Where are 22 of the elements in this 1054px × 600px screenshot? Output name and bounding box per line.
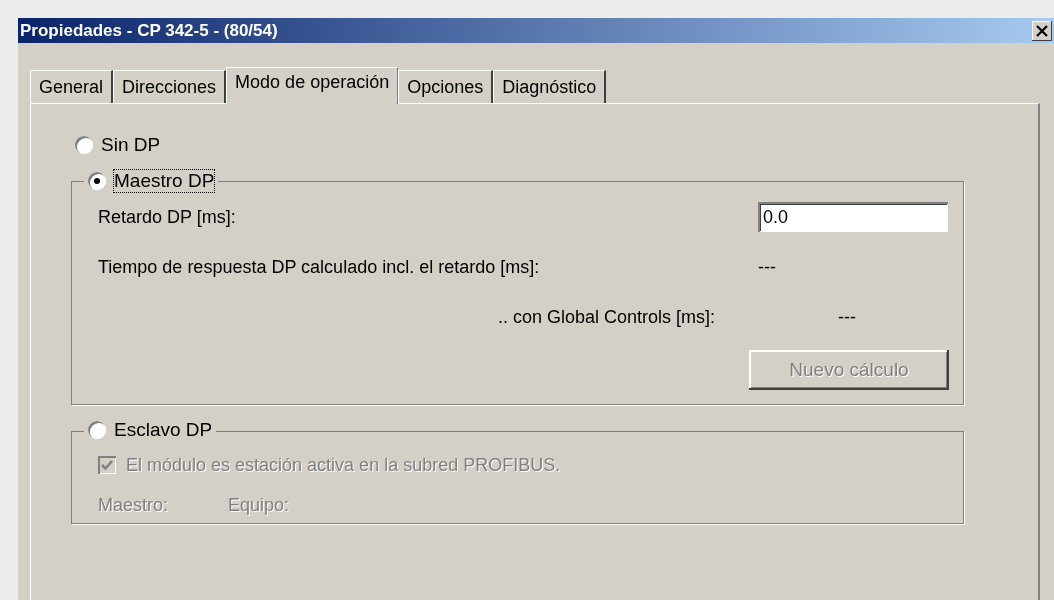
radio-button[interactable] xyxy=(88,172,106,190)
global-controls-value: --- xyxy=(838,306,856,328)
tab[interactable]: Direcciones xyxy=(113,70,227,103)
delay-label: Retardo DP [ms]: xyxy=(98,206,237,228)
close-icon xyxy=(1036,24,1048,37)
response-time-value: --- xyxy=(758,256,776,278)
tab[interactable]: Modo de operación xyxy=(226,67,399,104)
checkbox-label: El módulo es estación activa en la subred PROFIBUS. xyxy=(126,454,561,476)
delay-field[interactable]: 0.0 xyxy=(758,202,948,232)
tab[interactable]: Diagnóstico xyxy=(493,70,607,103)
tab[interactable]: General xyxy=(30,70,114,103)
global-controls-label: .. con Global Controls [ms]: xyxy=(497,306,717,328)
close-button[interactable] xyxy=(1032,20,1052,41)
window-title: Propiedades - CP 342-5 - (80/54) xyxy=(20,20,278,41)
station-label: Equipo: xyxy=(228,494,290,516)
radio-label: Sin DP xyxy=(101,134,161,156)
response-time-label: Tiempo de respuesta DP calculado incl. el retardo [ms]: xyxy=(98,256,541,278)
radio-button[interactable] xyxy=(75,136,93,154)
master-label: Maestro: xyxy=(98,494,169,516)
tab[interactable]: Opciones xyxy=(398,70,494,103)
radio-label: Maestro DP xyxy=(114,170,215,192)
radio-label: Esclavo DP xyxy=(114,419,213,441)
